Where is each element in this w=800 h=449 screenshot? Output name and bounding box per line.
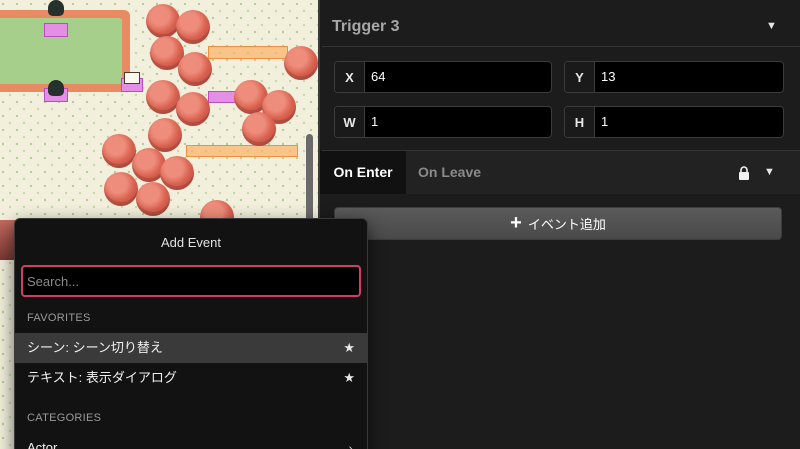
h-value[interactable]: 1 [601, 107, 608, 137]
chevron-right-icon: › [348, 440, 353, 449]
tab-on-leave[interactable]: On Leave [406, 151, 493, 194]
y-value[interactable]: 13 [601, 62, 615, 92]
chevron-down-icon[interactable]: ▼ [766, 20, 777, 32]
plus-icon: + [510, 211, 522, 234]
trigger-name[interactable]: Trigger 3 [332, 18, 400, 36]
actor-sprite[interactable] [48, 0, 64, 16]
category-item-label: Actor [27, 440, 58, 449]
tree-tile [146, 4, 180, 38]
tree-tile [176, 10, 210, 44]
favorites-heading: FAVORITES [27, 312, 91, 324]
lock-icon[interactable] [738, 166, 750, 180]
favorite-item-scene-switch[interactable]: シーン: シーン切り替え ★ [15, 333, 367, 363]
tree-tile [146, 80, 180, 114]
tree-tile [178, 52, 212, 86]
add-event-button[interactable]: + イベント追加 [334, 207, 782, 240]
y-label: Y [565, 62, 595, 92]
divider [322, 46, 800, 47]
trigger-area[interactable] [186, 145, 298, 157]
categories-heading: CATEGORIES [27, 412, 102, 424]
w-value[interactable]: 1 [371, 107, 378, 137]
actor-marker[interactable] [208, 91, 236, 103]
add-event-popup: Add Event FAVORITES シーン: シーン切り替え ★ テキスト:… [14, 218, 368, 449]
canvas-scrollbar[interactable] [306, 134, 313, 229]
tree-tile [148, 118, 182, 152]
x-value[interactable]: 64 [371, 62, 385, 92]
tree-tile [242, 112, 276, 146]
tab-on-enter[interactable]: On Enter [320, 151, 406, 194]
w-label: W [335, 107, 365, 137]
trigger-area[interactable] [208, 46, 288, 59]
signpost-sprite[interactable] [124, 72, 140, 84]
tree-tile [176, 92, 210, 126]
x-field[interactable]: X 64 [334, 61, 552, 93]
favorite-item-text-dialogue[interactable]: テキスト: 表示ダイアログ ★ [15, 363, 367, 393]
w-field[interactable]: W 1 [334, 106, 552, 138]
category-item-actor[interactable]: Actor › [15, 433, 367, 449]
star-icon[interactable]: ★ [343, 333, 355, 363]
x-label: X [335, 62, 365, 92]
y-field[interactable]: Y 13 [564, 61, 784, 93]
favorite-item-label: シーン: シーン切り替え [27, 340, 163, 355]
search-box[interactable] [21, 265, 361, 297]
h-field[interactable]: H 1 [564, 106, 784, 138]
star-icon[interactable]: ★ [343, 363, 355, 393]
event-tabs: On Enter On Leave [320, 151, 800, 194]
tree-tile [136, 182, 170, 216]
tree-tile [284, 46, 318, 80]
popup-title: Add Event [161, 235, 221, 250]
h-label: H [565, 107, 595, 137]
tree-tile [104, 172, 138, 206]
actor-sprite[interactable] [48, 80, 64, 96]
tree-tile [102, 134, 136, 168]
tree-tile [160, 156, 194, 190]
chevron-down-icon[interactable]: ▼ [764, 166, 775, 178]
favorite-item-label: テキスト: 表示ダイアログ [27, 370, 177, 385]
actor-marker[interactable] [44, 23, 68, 37]
add-event-label: イベント追加 [527, 217, 606, 232]
search-input[interactable] [27, 267, 355, 295]
